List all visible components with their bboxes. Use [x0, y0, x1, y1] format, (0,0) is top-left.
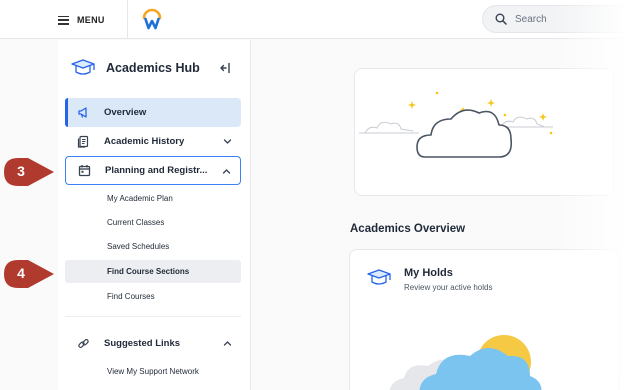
- nav-label-suggested-links: Suggested Links: [104, 338, 181, 349]
- graduation-cap-icon: [367, 269, 391, 285]
- step-4-callout: 4: [2, 258, 56, 290]
- step-3-callout: 3: [2, 156, 56, 188]
- link-view-my-support-network[interactable]: View My Support Network: [65, 360, 241, 382]
- holds-title: My Holds: [404, 267, 453, 279]
- top-bar: MENU Search: [0, 0, 624, 39]
- sun-cloud-illustration: [389, 335, 542, 390]
- academics-overview-heading: Academics Overview: [350, 223, 466, 235]
- sidebar-divider: [65, 316, 241, 317]
- topbar-divider: [127, 0, 128, 39]
- menu-label: MENU: [77, 15, 105, 25]
- step-number: 3: [17, 163, 25, 179]
- sub-item-label: My Academic Plan: [107, 194, 173, 203]
- sub-item-label: Find Courses: [107, 292, 155, 301]
- nav-item-overview[interactable]: Overview: [65, 98, 241, 127]
- graduation-cap-icon: [71, 59, 95, 75]
- history-document-icon: [77, 135, 89, 148]
- search-bar[interactable]: Search: [482, 5, 624, 33]
- nav-label-academic-history: Academic History: [104, 136, 185, 147]
- sub-item-label: Saved Schedules: [107, 242, 170, 251]
- sub-item-find-courses[interactable]: Find Courses: [65, 285, 241, 308]
- collapse-sidebar-icon[interactable]: [218, 61, 232, 75]
- megaphone-icon: [78, 107, 87, 118]
- link-label: View My Support Network: [107, 366, 199, 376]
- active-indicator: [65, 98, 68, 127]
- sub-item-my-academic-plan[interactable]: My Academic Plan: [65, 187, 241, 210]
- workday-logo[interactable]: [139, 6, 165, 32]
- chevron-up-icon: [223, 341, 232, 346]
- hub-header: Academics Hub: [70, 58, 200, 78]
- hero-card: [354, 68, 614, 196]
- search-placeholder: Search: [515, 13, 547, 25]
- sub-item-label: Find Course Sections: [107, 267, 190, 276]
- nav-label-planning-registration: Planning and Registr...: [105, 165, 208, 176]
- nav-item-planning-registration[interactable]: Planning and Registr...: [65, 156, 241, 185]
- hamburger-icon: [58, 15, 69, 25]
- search-icon: [495, 13, 507, 25]
- step-number: 4: [17, 265, 25, 281]
- nav-item-suggested-links[interactable]: Suggested Links: [65, 329, 241, 358]
- cloud-illustration: [359, 91, 553, 158]
- link-icon: [78, 339, 89, 348]
- sub-item-saved-schedules[interactable]: Saved Schedules: [65, 235, 241, 258]
- nav-item-academic-history[interactable]: Academic History: [65, 127, 241, 156]
- sidebar: Academics Hub Overview Academic History: [58, 40, 251, 390]
- calendar-icon: [78, 165, 91, 177]
- my-holds-card[interactable]: My Holds Review your active holds: [349, 249, 619, 390]
- menu-button[interactable]: MENU: [58, 10, 105, 30]
- sub-item-find-course-sections[interactable]: Find Course Sections: [65, 260, 241, 283]
- chevron-down-icon: [223, 139, 232, 144]
- holds-subtitle: Review your active holds: [404, 283, 493, 292]
- nav-label-overview: Overview: [104, 107, 147, 118]
- chevron-up-icon: [222, 169, 231, 174]
- sub-item-label: Current Classes: [107, 218, 165, 227]
- hub-title: Academics Hub: [106, 61, 200, 75]
- sub-item-current-classes[interactable]: Current Classes: [65, 211, 241, 234]
